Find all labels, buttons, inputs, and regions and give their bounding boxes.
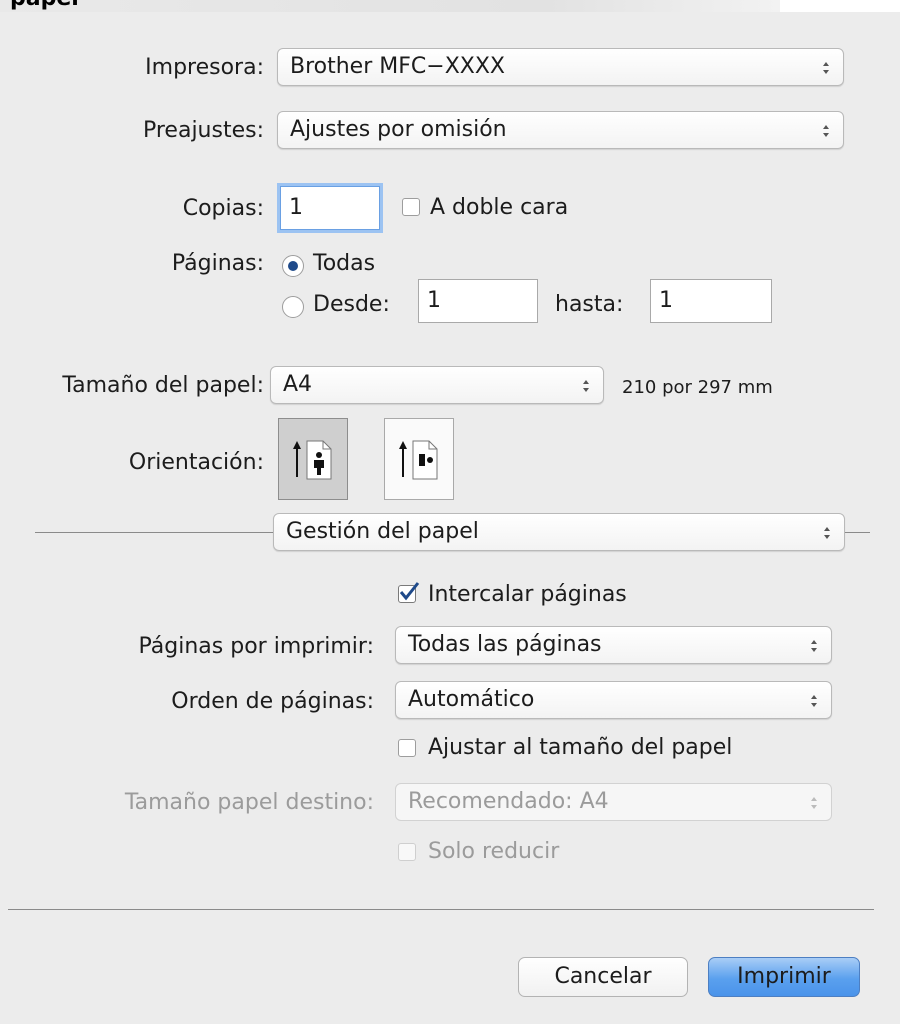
radio-selected-dot <box>288 261 298 271</box>
duplex-label: A doble cara <box>430 195 569 220</box>
print-dialog: papel Impresora: Brother MFC−XXXX Preaju… <box>0 0 900 1024</box>
pages-from-label: Desde: <box>313 292 390 317</box>
pages-to-field[interactable]: 1 <box>650 279 772 323</box>
pages-label: Páginas: <box>171 251 264 276</box>
print-button[interactable]: Imprimir <box>708 957 860 997</box>
portrait-orientation-button[interactable] <box>278 418 348 500</box>
popup-arrows-icon <box>811 797 817 809</box>
paper-size-value: A4 <box>283 372 313 397</box>
printer-value: Brother MFC−XXXX <box>290 54 505 79</box>
presets-popup[interactable]: Ajustes por omisión <box>277 111 844 149</box>
popup-arrows-icon <box>824 527 830 539</box>
scale-down-only-checkbox[interactable] <box>398 843 416 861</box>
popup-arrows-icon <box>823 62 829 74</box>
copies-label: Copias: <box>182 196 264 221</box>
pages-range-radio[interactable] <box>282 296 304 318</box>
pages-all-radio[interactable] <box>282 255 304 277</box>
presets-label: Preajustes: <box>142 118 264 143</box>
scale-to-fit-label: Ajustar al tamaño del papel <box>428 735 733 760</box>
section-divider-left <box>35 532 273 533</box>
collate-checkbox[interactable] <box>398 582 420 603</box>
presets-value: Ajustes por omisión <box>290 117 507 142</box>
page-title: papel <box>10 0 79 11</box>
bottom-divider <box>8 909 874 910</box>
pages-to-print-label: Páginas por imprimir: <box>138 634 374 659</box>
scale-down-only-label: Solo reducir <box>428 839 560 864</box>
duplex-checkbox[interactable] <box>402 198 420 216</box>
collate-label: Intercalar páginas <box>428 582 627 607</box>
toolbar-shadow <box>0 0 780 12</box>
section-value: Gestión del papel <box>286 519 479 544</box>
pages-to-print-popup[interactable]: Todas las páginas <box>395 626 832 664</box>
orientation-label: Orientación: <box>128 450 264 475</box>
paper-size-popup[interactable]: A4 <box>270 366 604 404</box>
page-order-label: Orden de páginas: <box>171 689 374 714</box>
portrait-orientation-icon <box>293 440 332 480</box>
pages-to-print-value: Todas las páginas <box>408 632 602 657</box>
popup-arrows-icon <box>583 380 589 392</box>
dest-paper-size-label: Tamaño papel destino: <box>124 790 374 815</box>
landscape-orientation-icon <box>399 440 438 480</box>
checkmark-icon <box>399 582 420 601</box>
landscape-orientation-button[interactable] <box>384 418 454 500</box>
pages-all-label: Todas <box>313 251 376 276</box>
printer-label: Impresora: <box>145 55 264 80</box>
printer-popup[interactable]: Brother MFC−XXXX <box>277 48 844 86</box>
paper-dimensions: 210 por 297 mm <box>622 377 773 398</box>
popup-arrows-icon <box>811 640 817 652</box>
popup-arrows-icon <box>811 695 817 707</box>
page-order-value: Automático <box>408 687 535 712</box>
copies-field[interactable]: 1 <box>280 186 380 230</box>
paper-size-label: Tamaño del papel: <box>62 373 264 398</box>
dest-paper-size-value: Recomendado: A4 <box>408 789 609 814</box>
section-divider-right <box>845 532 870 533</box>
section-popup[interactable]: Gestión del papel <box>273 513 845 551</box>
cancel-button[interactable]: Cancelar <box>518 957 688 997</box>
popup-arrows-icon <box>823 125 829 137</box>
dest-paper-size-popup[interactable]: Recomendado: A4 <box>395 783 832 821</box>
pages-to-label: hasta: <box>555 292 624 317</box>
scale-to-fit-checkbox[interactable] <box>398 739 416 757</box>
page-order-popup[interactable]: Automático <box>395 681 832 719</box>
window-top-strip: papel <box>0 0 900 12</box>
pages-from-field[interactable]: 1 <box>418 279 538 323</box>
